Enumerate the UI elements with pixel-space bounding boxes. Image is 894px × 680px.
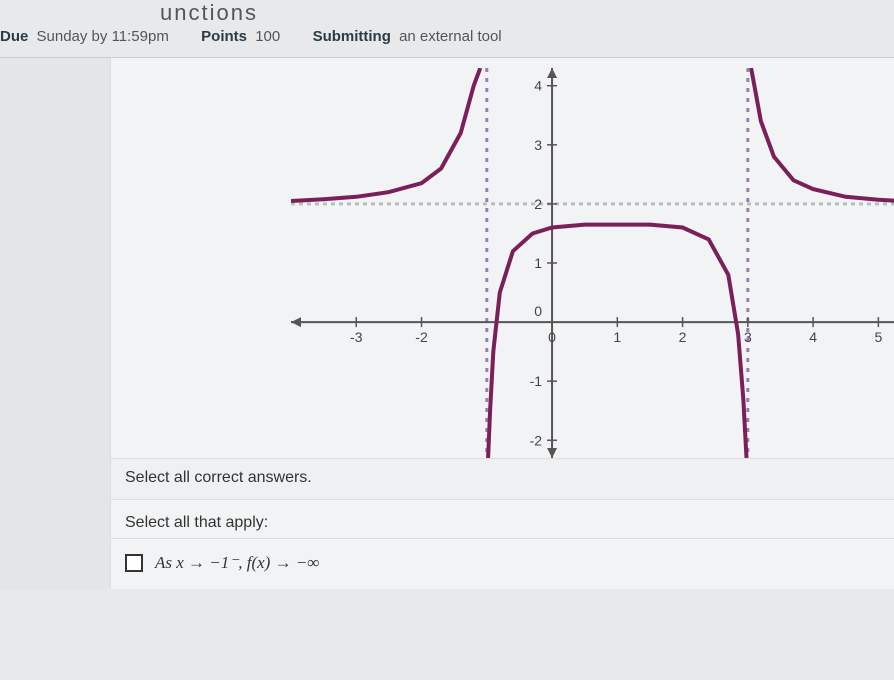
page-title-fragment: unctions (0, 0, 894, 20)
svg-text:0: 0 (548, 329, 556, 345)
svg-text:5: 5 (874, 329, 882, 345)
points-value: 100 (255, 28, 280, 45)
svg-text:2: 2 (679, 329, 687, 345)
checkbox-icon[interactable] (125, 554, 143, 572)
svg-text:1: 1 (534, 255, 542, 271)
svg-text:-2: -2 (415, 329, 428, 345)
svg-text:4: 4 (809, 329, 817, 345)
rational-function-plot: -3 -2 0 1 2 3 4 5 -2 -1 0 1 2 3 4 (291, 68, 894, 458)
graph: -3 -2 0 1 2 3 4 5 -2 -1 0 1 2 3 4 (291, 68, 894, 458)
svg-text:3: 3 (744, 329, 752, 345)
points-label: Points (201, 28, 247, 45)
svg-text:0: 0 (534, 303, 542, 319)
answer-option-1-label: As x → −1⁻, f(x) → −∞ (155, 553, 319, 573)
answer-option-1[interactable]: As x → −1⁻, f(x) → −∞ (111, 539, 894, 589)
svg-text:1: 1 (613, 329, 621, 345)
submitting-value: an external tool (399, 28, 502, 45)
svg-text:-3: -3 (350, 329, 363, 345)
due-value: Sunday by 11:59pm (37, 28, 169, 45)
prompt-text: Select all that apply: (111, 500, 894, 539)
question-panel: -3 -2 0 1 2 3 4 5 -2 -1 0 1 2 3 4 Select all correct a… (110, 58, 894, 589)
submitting-label: Submitting (313, 28, 391, 45)
left-gutter (0, 58, 110, 589)
svg-text:-2: -2 (530, 432, 543, 448)
due-label: Due (0, 28, 28, 45)
svg-text:4: 4 (534, 78, 542, 94)
svg-text:3: 3 (534, 137, 542, 153)
instruction-text: Select all correct answers. (111, 458, 894, 500)
assignment-meta: Due Sunday by 11:59pm Points 100 Submitt… (0, 20, 894, 58)
svg-text:-1: -1 (530, 373, 543, 389)
svg-text:2: 2 (534, 196, 542, 212)
